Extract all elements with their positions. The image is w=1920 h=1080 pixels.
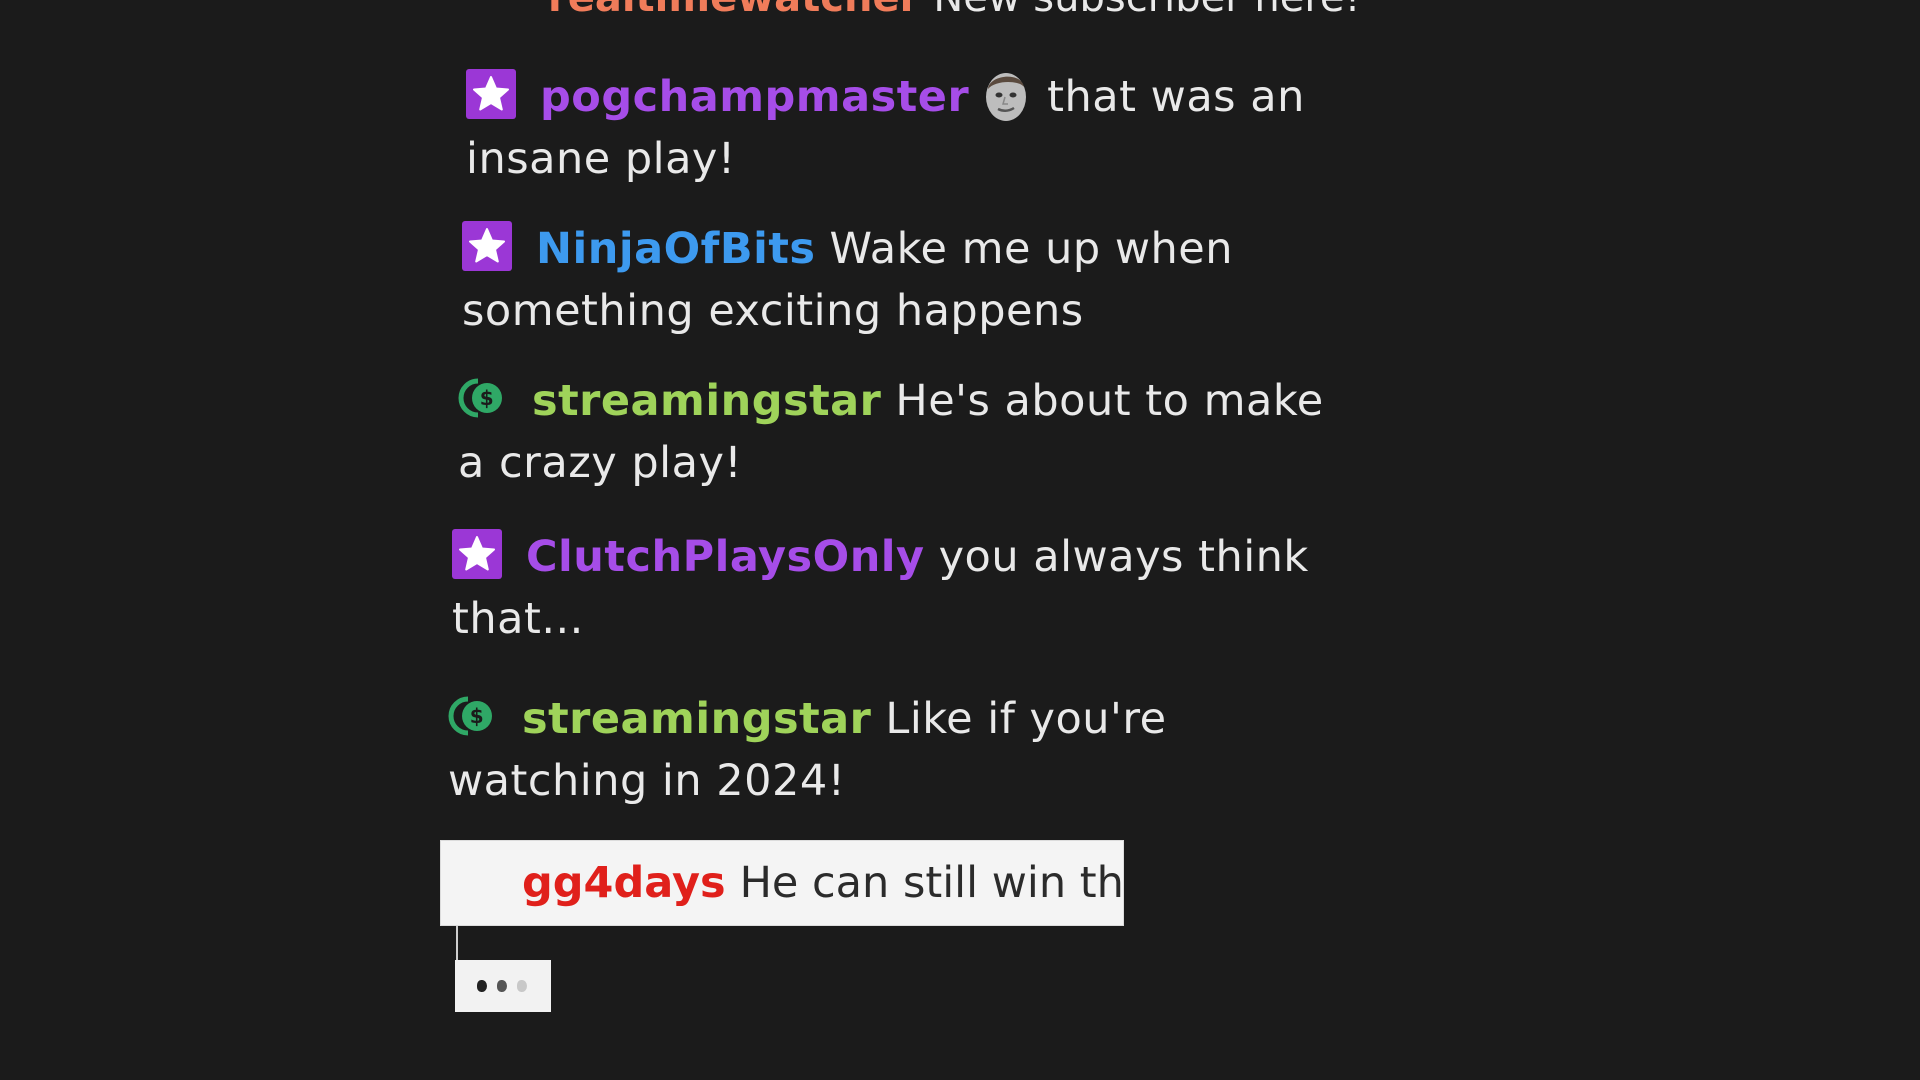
incoming-chat-message: gg4days He can still win this [440, 840, 1124, 926]
chat-message-text: He can still win this [739, 858, 1124, 908]
chat-message: NinjaOfBits Wake me up when something exc… [462, 218, 1342, 342]
star-badge-icon[interactable] [466, 69, 516, 119]
kappa-face-emote-icon [983, 67, 1029, 123]
chat-username[interactable]: gg4days [522, 858, 726, 908]
svg-text:$: $ [470, 704, 484, 728]
chat-username[interactable]: streamingstar [522, 694, 871, 744]
chat-message-text: New subscriber here! [933, 0, 1360, 21]
chat-message: $ streamingstar Like if you're watching i… [448, 688, 1328, 812]
chat-message: $ streamingstar He's about to make a craz… [458, 370, 1338, 494]
chat-message-partial: realtimewatcher New subscriber here! [548, 0, 1361, 26]
typing-indicator [455, 960, 551, 1012]
svg-text:$: $ [480, 386, 494, 410]
chat-username[interactable]: ClutchPlaysOnly [526, 532, 925, 582]
chat-username[interactable]: streamingstar [532, 376, 881, 426]
chat-message: ClutchPlaysOnly you always think that... [452, 526, 1332, 650]
chat-stage: realtimewatcher New subscriber here! pogc… [0, 0, 1920, 1080]
chat-message: pogchampmaster that was an insane play! [466, 66, 1346, 190]
coin-badge-icon[interactable]: $ [458, 373, 508, 423]
chat-username[interactable]: NinjaOfBits [536, 224, 816, 274]
chat-username[interactable]: pogchampmaster [540, 72, 969, 122]
chat-username[interactable]: realtimewatcher [548, 0, 919, 21]
coin-badge-icon[interactable]: $ [448, 691, 498, 741]
star-badge-icon[interactable] [452, 529, 502, 579]
star-badge-icon[interactable] [462, 221, 512, 271]
